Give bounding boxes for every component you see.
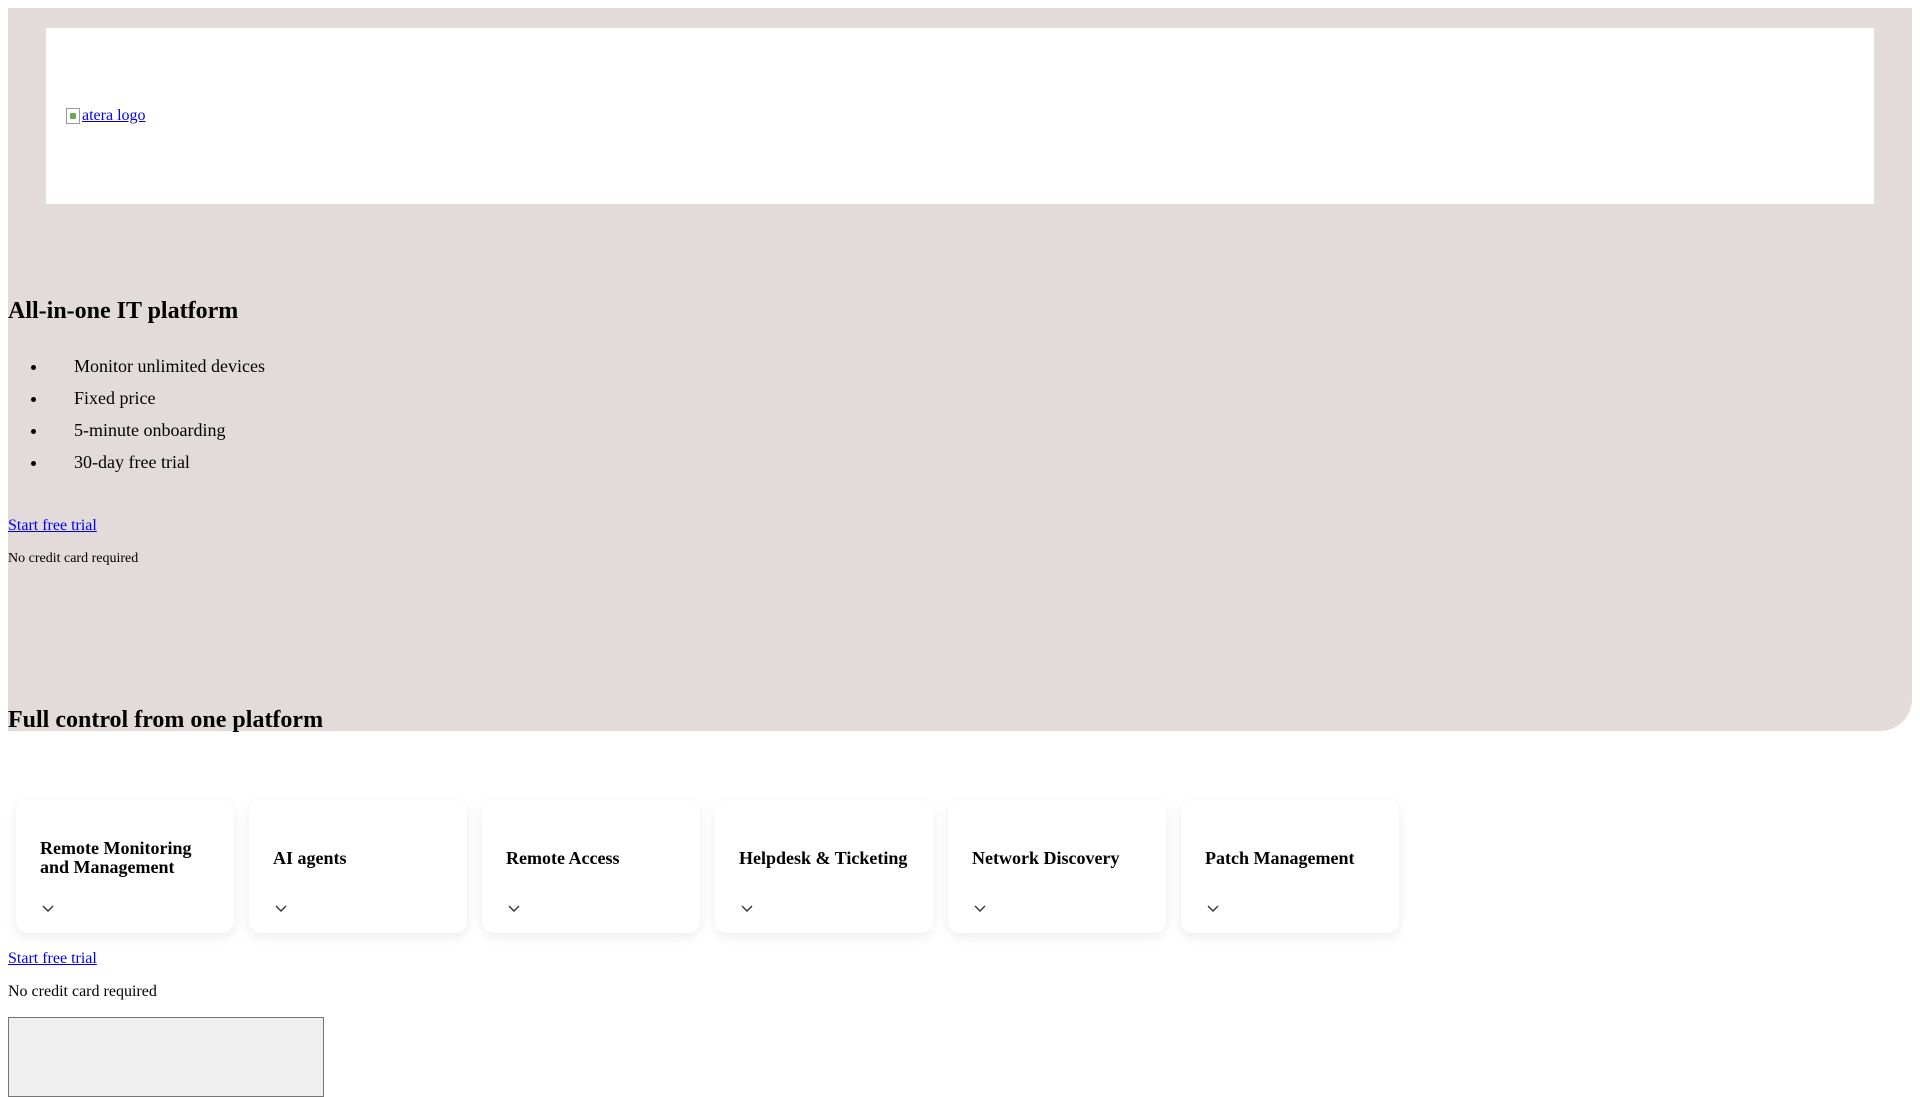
chevron-down-icon	[1207, 905, 1219, 912]
card-title: Remote Access	[506, 847, 620, 868]
feature-cards: Remote Monitoring and Management AI agen…	[16, 800, 1399, 933]
card-helpdesk-ticketing[interactable]: Helpdesk & Ticketing	[715, 800, 933, 933]
no-credit-card-note: No credit card required	[8, 551, 139, 566]
card-title: Network Discovery	[972, 847, 1120, 868]
feature-item: Fixed price	[48, 382, 265, 414]
site-header	[46, 28, 1874, 204]
embedded-frame	[8, 1017, 324, 1097]
card-title: Patch Management	[1205, 847, 1355, 868]
no-credit-card-note-secondary: No credit card required	[8, 983, 157, 1000]
card-title: Remote Monitoring and Management	[40, 838, 192, 877]
broken-image-icon	[66, 108, 80, 124]
hero-title: All-in-one IT platform	[8, 298, 239, 324]
start-free-trial-link[interactable]: Start free trial	[8, 517, 97, 535]
card-remote-monitoring[interactable]: Remote Monitoring and Management	[16, 800, 234, 933]
chevron-down-icon	[741, 905, 753, 912]
section-title: Full control from one platform	[8, 707, 324, 733]
logo-link[interactable]: atera logo	[66, 107, 146, 125]
card-network-discovery[interactable]: Network Discovery	[948, 800, 1166, 933]
start-free-trial-link-secondary[interactable]: Start free trial	[8, 950, 97, 968]
chevron-down-icon	[974, 905, 986, 912]
card-remote-access[interactable]: Remote Access	[482, 800, 700, 933]
card-title: AI agents	[273, 847, 347, 868]
chevron-down-icon	[42, 905, 54, 912]
card-ai-agents[interactable]: AI agents	[249, 800, 467, 933]
feature-item: 30-day free trial	[48, 446, 265, 478]
card-title: Helpdesk & Ticketing	[739, 847, 908, 868]
card-patch-management[interactable]: Patch Management	[1181, 800, 1399, 933]
feature-item: 5-minute onboarding	[48, 414, 265, 446]
feature-item: Monitor unlimited devices	[48, 350, 265, 382]
chevron-down-icon	[508, 905, 520, 912]
chevron-down-icon	[275, 905, 287, 912]
feature-list: Monitor unlimited devices Fixed price 5-…	[8, 350, 265, 478]
logo-alt-text: atera logo	[82, 107, 146, 124]
